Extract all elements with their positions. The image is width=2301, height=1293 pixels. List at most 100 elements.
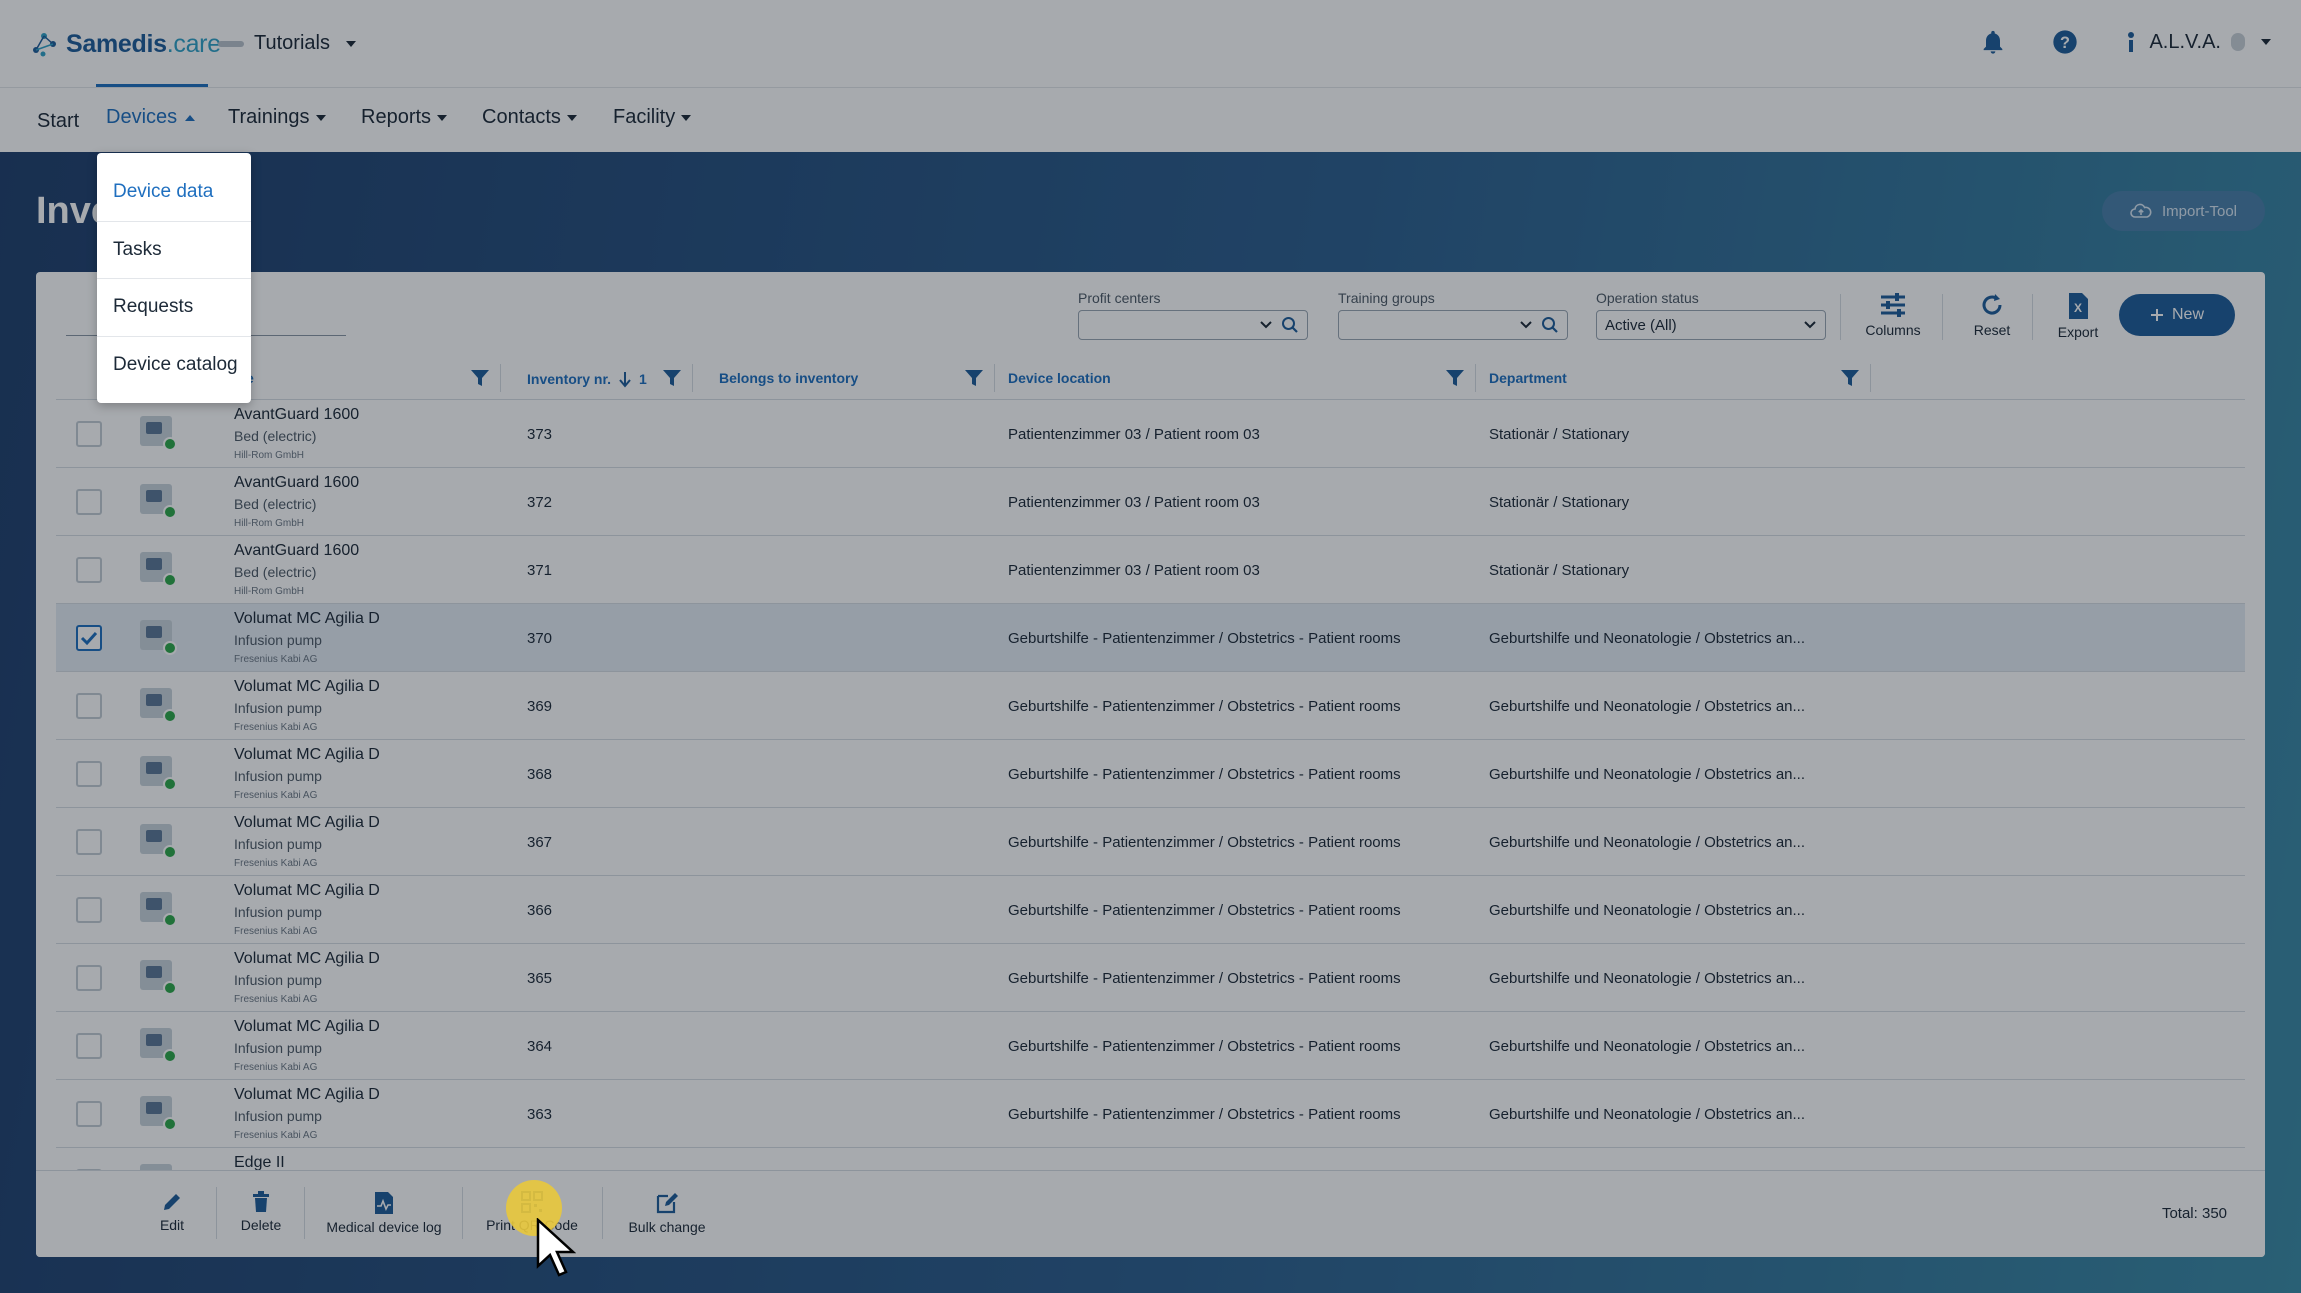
bell-icon[interactable] [1979,28,2007,56]
toolbar-divider [1942,294,1943,340]
table-row[interactable]: Volumat MC Agilia D Infusion pump Freseniu… [56,740,2245,808]
nav-trainings[interactable]: Trainings [228,106,326,129]
department: Stationär / Stationary [1489,426,1630,443]
table-row[interactable]: Edge II [56,1148,2245,1170]
export-button[interactable]: X Export [2050,292,2106,340]
tenant-switcher[interactable]: Tutorials [218,32,356,55]
device-location: Geburtshilfe - Patientenzimmer / Obstetr… [1008,630,1401,647]
filter-icon[interactable] [662,368,682,388]
row-checkbox[interactable] [76,1101,102,1127]
device-manufacturer: Fresenius Kabi AG [234,994,318,1005]
row-checkbox[interactable] [76,489,102,515]
columns-button[interactable]: Columns [1858,292,1928,338]
menu-item-requests[interactable]: Requests [113,296,193,318]
row-checkbox[interactable] [76,897,102,923]
nav-active-indicator [96,84,208,87]
bulk-change-button[interactable]: Bulk change [612,1191,722,1235]
row-checkbox[interactable] [76,829,102,855]
filter-icon[interactable] [470,368,490,388]
nav-devices[interactable]: Devices [106,106,196,129]
table-row[interactable]: Volumat MC Agilia D Infusion pump Freseniu… [56,604,2245,672]
filter-icon[interactable] [1840,368,1860,388]
device-name: Volumat MC Agilia D [234,610,380,627]
inventory-number: 364 [527,1038,553,1055]
reset-button[interactable]: Reset [1962,292,2022,338]
table-row[interactable]: AvantGuard 1600 Bed (electric) Hill-Rom Gm… [56,536,2245,604]
menu-item-device-catalog[interactable]: Device catalog [113,354,238,376]
row-checkbox[interactable] [76,625,102,651]
search-icon[interactable] [1281,316,1299,334]
column-header-device-location[interactable]: Device location [1008,370,1111,386]
sort-down-icon [619,372,631,388]
table-row[interactable]: AvantGuard 1600 Bed (electric) Hill-Rom Gm… [56,400,2245,468]
column-header-belongs-to-inventory[interactable]: Belongs to inventory [719,370,858,386]
table-header: e Inventory nr. 1 Belongs to inventory D… [56,356,2245,400]
row-checkbox[interactable] [76,421,102,447]
device-name: AvantGuard 1600 [234,542,360,559]
row-checkbox[interactable] [76,693,102,719]
nav-reports[interactable]: Reports [361,106,448,129]
action-divider [602,1187,603,1239]
device-manufacturer: Hill-Rom GmbH [234,518,304,529]
device-manufacturer: Fresenius Kabi AG [234,654,318,665]
table-row[interactable]: Volumat MC Agilia D Infusion pump Freseniu… [56,672,2245,740]
device-type: Bed (electric) [234,564,317,580]
import-tool-label: Import-Tool [2161,202,2237,220]
delete-button[interactable]: Delete [226,1191,296,1233]
device-manufacturer: Hill-Rom GmbH [234,586,304,597]
status-indicator [163,845,177,859]
device-manufacturer: Fresenius Kabi AG [234,722,318,733]
device-type: Infusion pump [234,1040,322,1056]
menu-item-tasks[interactable]: Tasks [113,239,162,261]
profit-centers-filter[interactable]: Profit centers [1078,290,1308,340]
filter-icon[interactable] [964,368,984,388]
action-divider [462,1187,463,1239]
device-thumbnail [140,824,177,859]
device-location: Geburtshilfe - Patientenzimmer / Obstetr… [1008,834,1401,851]
row-checkbox[interactable] [76,557,102,583]
device-thumbnail [140,484,177,519]
nav-contacts[interactable]: Contacts [482,106,577,129]
operation-status-label: Operation status [1596,290,1699,306]
table-row[interactable]: Volumat MC Agilia D Infusion pump Freseniu… [56,808,2245,876]
edit-button[interactable]: Edit [142,1191,202,1233]
logo-icon [33,33,56,57]
profit-centers-label: Profit centers [1078,290,1161,306]
table-row[interactable]: Volumat MC Agilia D Infusion pump Freseniu… [56,876,2245,944]
row-checkbox[interactable] [76,1033,102,1059]
menu-item-device-data[interactable]: Device data [113,181,213,203]
device-manufacturer: Fresenius Kabi AG [234,1130,318,1141]
nav-facility[interactable]: Facility [613,106,692,129]
user-menu[interactable]: A.L.V.A. [2123,30,2271,54]
table-row[interactable]: Volumat MC Agilia D Infusion pump Freseniu… [56,1012,2245,1080]
toolbar-divider [2032,294,2033,340]
operation-status-select[interactable]: Operation status Active (All) [1596,290,1826,340]
import-tool-button[interactable]: Import-Tool [2101,191,2265,231]
device-location: Geburtshilfe - Patientenzimmer / Obstetr… [1008,970,1401,987]
medical-device-log-button[interactable]: Medical device log [314,1191,454,1235]
cloud-upload-icon [2130,203,2152,218]
new-device-button[interactable]: New [2119,294,2235,336]
nav-start[interactable]: Start [37,110,79,133]
mouse-pointer-icon [536,1218,576,1277]
table-row[interactable]: Volumat MC Agilia D Infusion pump Freseniu… [56,1080,2245,1148]
status-indicator [163,709,177,723]
brand-logo[interactable]: Samedis.care [28,28,221,60]
column-divider [1870,364,1871,392]
filter-icon[interactable] [1445,368,1465,388]
search-icon[interactable] [1541,316,1559,334]
column-header-department[interactable]: Department [1489,370,1567,386]
department: Geburtshilfe und Neonatologie / Obstetri… [1489,698,1806,715]
department: Stationär / Stationary [1489,494,1630,511]
row-checkbox[interactable] [76,965,102,991]
training-groups-filter[interactable]: Training groups [1338,290,1568,340]
inventory-number: 369 [527,698,553,715]
column-header-inventory[interactable]: Inventory nr. 1 [527,370,647,388]
row-checkbox[interactable] [76,761,102,787]
chevron-down-icon [2261,39,2271,45]
chevron-down-icon [566,114,577,121]
column-divider [500,364,501,392]
table-row[interactable]: Volumat MC Agilia D Infusion pump Freseniu… [56,944,2245,1012]
help-icon[interactable]: ? [2051,28,2079,56]
table-row[interactable]: AvantGuard 1600 Bed (electric) Hill-Rom Gm… [56,468,2245,536]
